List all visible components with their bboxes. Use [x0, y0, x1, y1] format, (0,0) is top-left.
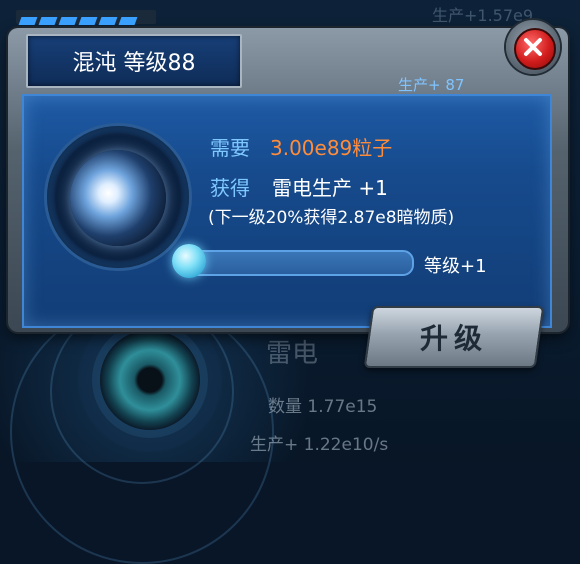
progress-bar — [178, 250, 414, 276]
close-button[interactable] — [506, 20, 560, 74]
background-item-name: 雷电 — [266, 339, 319, 369]
eye-orb-icon — [100, 330, 200, 430]
chaos-orb-icon — [70, 150, 166, 246]
gain-value: 雷电生产 +1 — [272, 176, 388, 200]
need-label: 需要 — [210, 136, 250, 160]
dialog-title: 混沌 等级88 — [72, 51, 196, 76]
background-item-count: 数量 1.77e15 — [268, 397, 378, 417]
need-value: 3.00e89粒子 — [270, 136, 393, 160]
progress-knob — [172, 244, 206, 278]
decor-strip — [16, 10, 156, 25]
background-item-production: 生产+ 1.22e10/s — [250, 435, 389, 455]
close-icon — [514, 28, 556, 70]
next-level-info: (下一级20%获得2.87e8暗物质) — [208, 208, 455, 228]
background-top-production: 生产+1.57e9 — [432, 6, 534, 25]
upgrade-button-label: 升级 — [419, 322, 488, 355]
production-tag: 生产+ 87 — [398, 76, 465, 94]
upgrade-button[interactable]: 升级 — [363, 306, 545, 368]
level-up-text: 等级+1 — [424, 256, 487, 277]
gain-label: 获得 — [210, 176, 250, 200]
title-plate: 混沌 等级88 — [26, 34, 242, 88]
